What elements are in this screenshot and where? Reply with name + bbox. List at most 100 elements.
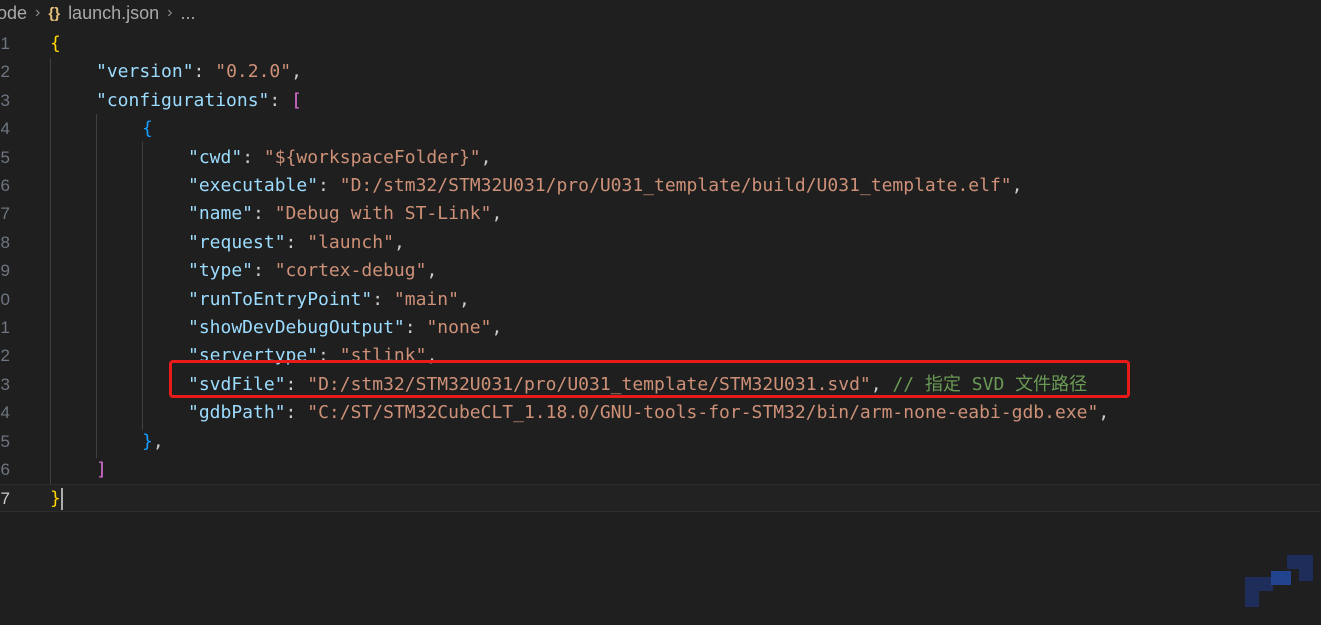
code-line[interactable]: 5 "cwd": "${workspaceFolder}", (0, 144, 1321, 172)
code-editor[interactable]: 1{2 "version": "0.2.0", 3 "configurations":… (0, 30, 1321, 625)
code-text: "type": "cortex-debug", (188, 257, 437, 285)
code-token: "cwd" (188, 146, 243, 168)
code-token: , (458, 288, 470, 310)
code-token: : (253, 203, 275, 225)
code-token: [ (291, 89, 302, 111)
code-token: , (393, 231, 405, 253)
code-text: "runToEntryPoint": "main", (188, 286, 470, 314)
breadcrumb-more[interactable]: ... (180, 3, 195, 24)
code-token: "Debug with ST-Link" (274, 203, 492, 225)
code-token: : (242, 146, 264, 168)
line-number: 4 (0, 403, 10, 423)
code-token: "configurations" (96, 89, 270, 111)
line-number: 0 (0, 289, 10, 309)
line-number: 1 (0, 34, 10, 53)
line-number: 6 (0, 176, 10, 195)
code-token: : (285, 402, 308, 424)
chevron-right-icon: › (167, 4, 173, 21)
code-token: "runToEntryPoint" (188, 288, 373, 310)
code-line[interactable]: 0 "runToEntryPoint": "main", (0, 286, 1321, 314)
code-token: "type" (188, 260, 254, 282)
code-token: "main" (393, 288, 459, 310)
code-line[interactable]: 1 "showDevDebugOutput": "none", (0, 314, 1321, 342)
code-text: ] (96, 456, 107, 484)
code-token: : (269, 89, 292, 111)
code-token: } (142, 430, 153, 452)
code-token: { (50, 33, 61, 54)
code-token: : (253, 260, 275, 282)
code-token: , (491, 317, 503, 338)
code-token: , (1098, 402, 1110, 424)
code-text: "showDevDebugOutput": "none", (188, 314, 502, 342)
code-token: "D:/stm32/STM32U031/pro/U031_template/bu… (339, 175, 1012, 196)
text-cursor (60, 488, 63, 511)
line-number: 3 (0, 374, 10, 394)
code-line[interactable]: 8 "request": "launch", (0, 229, 1321, 257)
code-line[interactable]: 1{ (0, 30, 1321, 58)
code-token: "executable" (188, 175, 319, 196)
line-number: 5 (0, 147, 10, 167)
code-token: , (491, 203, 503, 225)
code-token: "name" (188, 203, 254, 225)
code-line[interactable]: 4 "gdbPath": "C:/ST/STM32CubeCLT_1.18.0/G… (0, 399, 1321, 427)
code-token: { (142, 118, 153, 140)
code-text: "name": "Debug with ST-Link", (188, 200, 502, 228)
code-line[interactable]: 4{ (0, 115, 1321, 143)
code-text: "executable": "D:/stm32/STM32U031/pro/U0… (188, 172, 1022, 200)
code-line[interactable]: 3 "configurations": [ (0, 87, 1321, 115)
code-text: "cwd": "${workspaceFolder}", (188, 144, 491, 172)
code-text: { (142, 115, 153, 143)
code-token: : (404, 317, 427, 338)
line-number: 9 (0, 261, 10, 281)
code-line[interactable]: 6 "executable": "D:/stm32/STM32U031/pro/U… (0, 172, 1321, 200)
json-file-icon: {} (48, 4, 61, 22)
code-token: "version" (96, 61, 194, 83)
code-line[interactable]: 6] (0, 456, 1321, 484)
code-token: , (426, 260, 438, 282)
line-number: 2 (0, 62, 10, 82)
watermark-logo (1245, 555, 1313, 607)
code-line[interactable]: 2 "version": "0.2.0", (0, 58, 1321, 86)
chevron-right-icon: › (35, 4, 41, 21)
line-number: 7 (0, 489, 10, 509)
code-token: "0.2.0" (215, 61, 292, 83)
code-token: "showDevDebugOutput" (188, 317, 405, 338)
line-number: 2 (0, 346, 10, 366)
code-token: : (372, 288, 394, 310)
code-token: "${workspaceFolder}" (263, 146, 481, 168)
code-token: , (480, 146, 492, 168)
code-text: "gdbPath": "C:/ST/STM32CubeCLT_1.18.0/GN… (188, 399, 1109, 427)
code-token: ] (96, 459, 107, 480)
line-number: 7 (0, 204, 10, 224)
breadcrumb-folder[interactable]: ode (0, 3, 27, 24)
code-token: "none" (426, 317, 492, 338)
code-token: , (1011, 175, 1023, 196)
code-line[interactable]: 7} (0, 484, 1321, 513)
code-text: }, (142, 428, 164, 456)
line-number: 3 (0, 90, 10, 110)
code-token: : (318, 175, 340, 196)
code-text: "configurations": [ (96, 87, 302, 115)
code-token: : (193, 61, 216, 83)
code-token: : (285, 231, 308, 253)
code-token: , (291, 61, 302, 83)
line-number: 4 (0, 119, 10, 139)
breadcrumb-file[interactable]: launch.json (68, 3, 159, 24)
code-token: "request" (188, 231, 286, 253)
code-text: { (50, 30, 61, 58)
code-line[interactable]: 7 "name": "Debug with ST-Link", (0, 200, 1321, 228)
breadcrumb: ode › {} launch.json › ... (0, 0, 1321, 26)
line-number: 6 (0, 460, 10, 479)
code-text: } (50, 485, 63, 513)
line-number: 1 (0, 318, 10, 337)
code-token: "cortex-debug" (274, 260, 427, 282)
code-line[interactable]: 5}, (0, 428, 1321, 456)
code-text: "request": "launch", (188, 229, 405, 257)
code-text: "version": "0.2.0", (96, 58, 302, 86)
code-line[interactable]: 9 "type": "cortex-debug", (0, 257, 1321, 285)
code-token: "C:/ST/STM32CubeCLT_1.18.0/GNU-tools-for… (307, 402, 1099, 424)
line-number: 5 (0, 431, 10, 451)
code-token: "gdbPath" (188, 402, 286, 424)
code-token: } (50, 488, 61, 510)
annotation-highlight-box (169, 360, 1130, 398)
